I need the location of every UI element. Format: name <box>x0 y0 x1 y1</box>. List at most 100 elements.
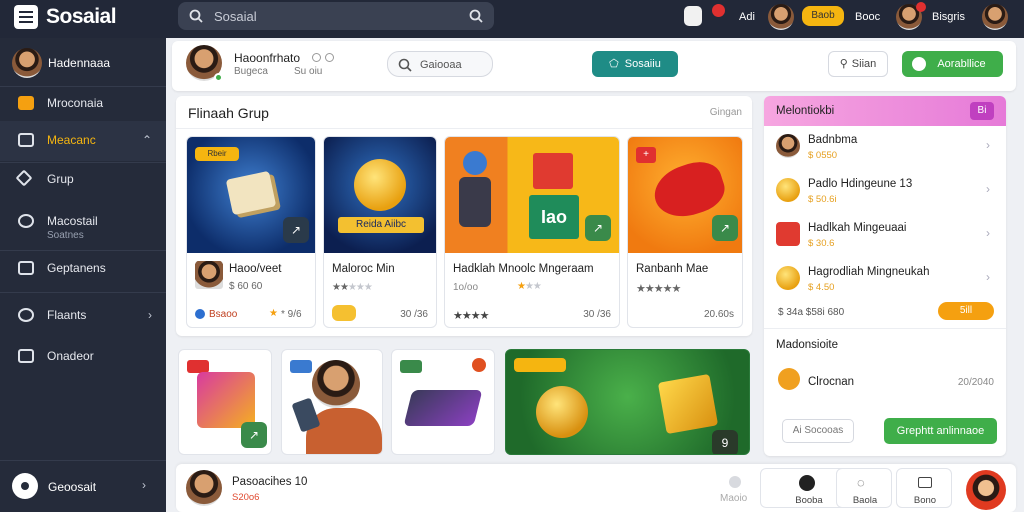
bottom-name[interactable]: Pasoacihes 10 <box>232 476 307 488</box>
media-tile[interactable] <box>391 349 495 455</box>
profile-header: Haoonfrhato Bugeca Su oiu Gaiooaa ⬠ Sosai… <box>172 41 1016 91</box>
avatar[interactable] <box>982 4 1008 30</box>
sidebar-footer-label[interactable]: Geoosait <box>48 480 96 494</box>
account-icon[interactable] <box>12 473 38 499</box>
member-name[interactable]: Clrocnan <box>808 376 854 388</box>
list-item[interactable]: Hagrodliah Mingneukah $ 4.50 › <box>764 258 1006 302</box>
settings-icon <box>18 214 34 228</box>
profile-name[interactable]: Haoonfrhato <box>234 51 300 65</box>
right-panel-title: Melontiokbi <box>776 105 835 117</box>
media-tile[interactable] <box>281 349 383 455</box>
sidebar-item-6[interactable]: Flaants › <box>0 296 166 336</box>
tile-tag <box>290 360 312 373</box>
chevron-right-icon: › <box>148 308 152 322</box>
avatar-badge <box>916 2 926 12</box>
avatar[interactable] <box>768 4 794 30</box>
card-image: Reida Aiibc <box>324 137 436 253</box>
featured-group-panel: Flinaah Grup Gingan Rbeir ↗ Haoo/veet $ … <box>176 96 752 336</box>
card-rating: * 9/6 <box>281 309 302 320</box>
list-item[interactable]: Badnbma $ 0550 › <box>764 126 1006 170</box>
wrench-icon <box>15 169 33 187</box>
card-image-banner: Reida Aiibc <box>338 217 424 233</box>
gift-image <box>533 153 573 189</box>
group-card[interactable]: Rbeir ↗ Haoo/veet $ 60 60 Bsaoo ★ * 9/6 <box>186 136 316 328</box>
sidebar-user-name[interactable]: Hadennaaa <box>48 56 110 70</box>
group-card[interactable]: Reida Aiibc Maloroc Min ★★★★★ 30 /36 <box>323 136 437 328</box>
chevron-right-icon[interactable]: › <box>142 478 146 492</box>
play-icon[interactable]: 9 <box>712 430 738 454</box>
list-item[interactable]: Padlo Hdingeune 13 $ 50.6i › <box>764 170 1006 214</box>
bottom-button-label: Baola <box>852 495 878 506</box>
search-input[interactable]: Sosaial <box>178 2 494 30</box>
gold-box-image <box>657 373 719 435</box>
bottom-button-label: Bono <box>913 495 937 506</box>
coin-image <box>354 159 406 211</box>
sidebar-item-5[interactable]: Geptanens <box>0 249 166 289</box>
top-pill-button[interactable]: Baob <box>802 6 844 26</box>
sidebar-item-label: Grup <box>47 172 74 186</box>
chevron-right-icon: › <box>986 226 990 240</box>
sidebar-avatar[interactable] <box>12 48 42 78</box>
card-name: Maloroc Min <box>332 263 395 275</box>
card-name: Hadklah Mnoolc Mngeraam <box>453 263 594 275</box>
rating-stars: ★★★★★ <box>636 283 681 295</box>
search-submit-icon[interactable] <box>469 9 483 23</box>
sidebar-item-3[interactable]: Grup <box>0 160 166 200</box>
top-link-1[interactable]: Adi <box>739 11 755 23</box>
divider <box>176 128 752 129</box>
globe-icon <box>463 151 487 175</box>
sidebar-item-label: Mroconaia <box>47 96 104 110</box>
events-icon <box>18 308 34 322</box>
sidebar-item-2[interactable]: Meacanc ⌃ <box>0 121 166 161</box>
green-action-button[interactable]: Aorabllice <box>902 51 1003 77</box>
sidebar-item-1[interactable]: Mroconaia <box>0 84 166 124</box>
window-icon <box>918 477 932 488</box>
robot-image <box>459 177 491 227</box>
menu-icon[interactable] <box>14 5 38 29</box>
gift-icon <box>776 222 800 246</box>
bottom-avatar[interactable] <box>186 470 222 506</box>
chevron-up-icon: ⌃ <box>141 133 152 147</box>
sidebar-item-4[interactable]: Macostail Soatnes <box>0 202 166 246</box>
member-avatar <box>778 368 800 390</box>
teal-action-button[interactable]: ⬠ Sosaiiu <box>592 51 678 77</box>
phone-image <box>291 397 321 433</box>
bottom-link[interactable]: Maoio <box>720 493 747 504</box>
live-avatar[interactable] <box>966 470 1006 510</box>
home-icon <box>18 96 34 110</box>
card-rating: 20.60s <box>703 309 734 320</box>
panel-title: Flinaah Grup <box>188 105 269 121</box>
list-item[interactable]: Hadlkah Mingeuaai $ 30.6 › <box>764 214 1006 258</box>
teal-action-label: Sosaiiu <box>624 58 661 70</box>
top-link-3[interactable]: Bisgris <box>932 11 965 23</box>
profile-sub: Su oiu <box>294 66 323 77</box>
card-image: Iao ↗ <box>445 137 619 253</box>
badge-icon <box>472 358 486 372</box>
action-pill[interactable]: 5ill <box>938 302 994 320</box>
media-tile[interactable]: 9 <box>505 349 750 455</box>
media-tile[interactable]: ↗ <box>178 349 272 455</box>
share-icon[interactable]: ↗ <box>585 215 611 241</box>
top-link-2[interactable]: Booc <box>855 11 880 23</box>
bottom-button-2[interactable]: ◌ Baola <box>836 468 892 508</box>
group-card[interactable]: Iao ↗ Hadklah Mnoolc Mngeraam 1o/oo ★★★ … <box>444 136 620 328</box>
card-footer: Bsaoo <box>209 309 238 320</box>
panel-more-link[interactable]: Gingan <box>710 107 742 118</box>
chevron-right-icon: › <box>986 182 990 196</box>
chevron-right-icon: › <box>986 138 990 152</box>
list-item-sub: $ 50.6i <box>808 194 837 205</box>
right-panel-badge[interactable]: Bi <box>970 102 994 120</box>
card-image: + ↗ <box>628 137 742 253</box>
share-icon[interactable]: ↗ <box>712 215 738 241</box>
verified-icon <box>312 53 321 62</box>
share-icon[interactable]: ↗ <box>283 217 309 243</box>
group-card[interactable]: + ↗ Ranbanh Mae ★★★★★ 20.60s <box>627 136 743 328</box>
profile-search-input[interactable]: Gaiooaa <box>387 51 493 77</box>
share-icon[interactable]: ↗ <box>241 422 267 448</box>
primary-button[interactable]: Grephtt anlinnaoe <box>884 418 997 444</box>
outline-button[interactable]: ⚲ Siian <box>828 51 888 77</box>
bottom-button-3[interactable]: Bono <box>896 468 952 508</box>
secondary-button[interactable]: Ai Socooas <box>782 419 854 443</box>
notification-icon[interactable] <box>684 6 702 26</box>
sidebar-item-7[interactable]: Onadeor <box>0 337 166 377</box>
